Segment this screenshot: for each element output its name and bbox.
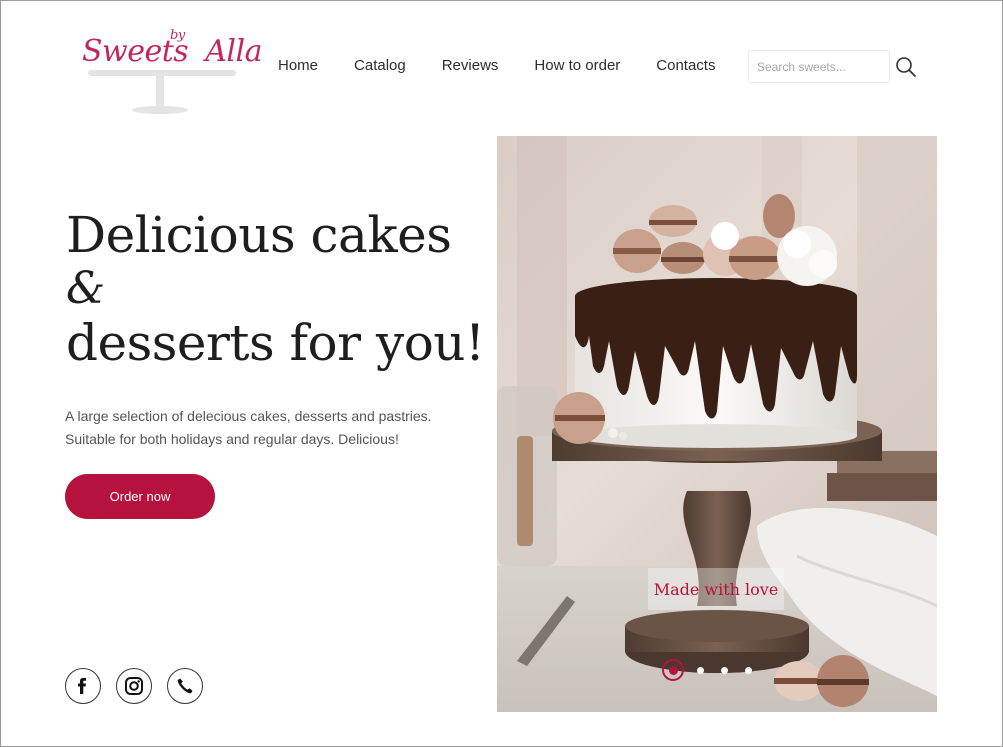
nav-how-to-order[interactable]: How to order xyxy=(534,57,620,74)
hero-slider-image xyxy=(497,136,937,712)
hero-description-line1: A large selection of delecious cakes, de… xyxy=(65,408,432,424)
hero-title-line2: desserts for you! xyxy=(66,314,485,372)
instagram-icon xyxy=(125,677,143,695)
facebook-icon xyxy=(78,678,86,694)
nav-catalog[interactable]: Catalog xyxy=(354,57,406,74)
hero-title-line1: Delicious cakes xyxy=(66,206,452,264)
main-nav: Home Catalog Reviews How to order Contac… xyxy=(278,57,751,74)
facebook-link[interactable] xyxy=(65,668,101,704)
slider-dot-2[interactable] xyxy=(697,666,704,674)
search-button[interactable] xyxy=(894,55,918,79)
phone-icon xyxy=(177,678,193,694)
hero-description: A large selection of delecious cakes, de… xyxy=(65,405,475,451)
slider-caption: Made with love xyxy=(648,568,784,610)
slider-dot-1[interactable] xyxy=(662,659,684,681)
hero-description-line2: Suitable for both holidays and regular d… xyxy=(65,431,399,447)
search-box xyxy=(748,50,890,83)
logo-alla: Alla xyxy=(205,34,262,69)
slider-dot-3[interactable] xyxy=(721,666,728,674)
search-icon xyxy=(896,57,916,77)
phone-link[interactable] xyxy=(167,668,203,704)
nav-home[interactable]: Home xyxy=(278,57,318,74)
slider-dots xyxy=(662,659,752,681)
slider-dot-4[interactable] xyxy=(745,666,752,674)
hero-title-ampersand: & xyxy=(66,263,105,314)
nav-contacts[interactable]: Contacts xyxy=(656,57,715,74)
social-links xyxy=(65,668,203,704)
hero-title: Delicious cakes & desserts for you! xyxy=(66,206,486,372)
instagram-link[interactable] xyxy=(116,668,152,704)
logo-text: Sweets by Alla xyxy=(82,28,262,69)
search-input[interactable] xyxy=(749,51,889,82)
chocolate-drip-cake-photo xyxy=(497,136,937,712)
logo-by: by xyxy=(170,28,185,43)
order-now-button[interactable]: Order now xyxy=(65,474,215,519)
site-logo[interactable]: Sweets by Alla xyxy=(80,28,262,116)
nav-reviews[interactable]: Reviews xyxy=(442,57,499,74)
